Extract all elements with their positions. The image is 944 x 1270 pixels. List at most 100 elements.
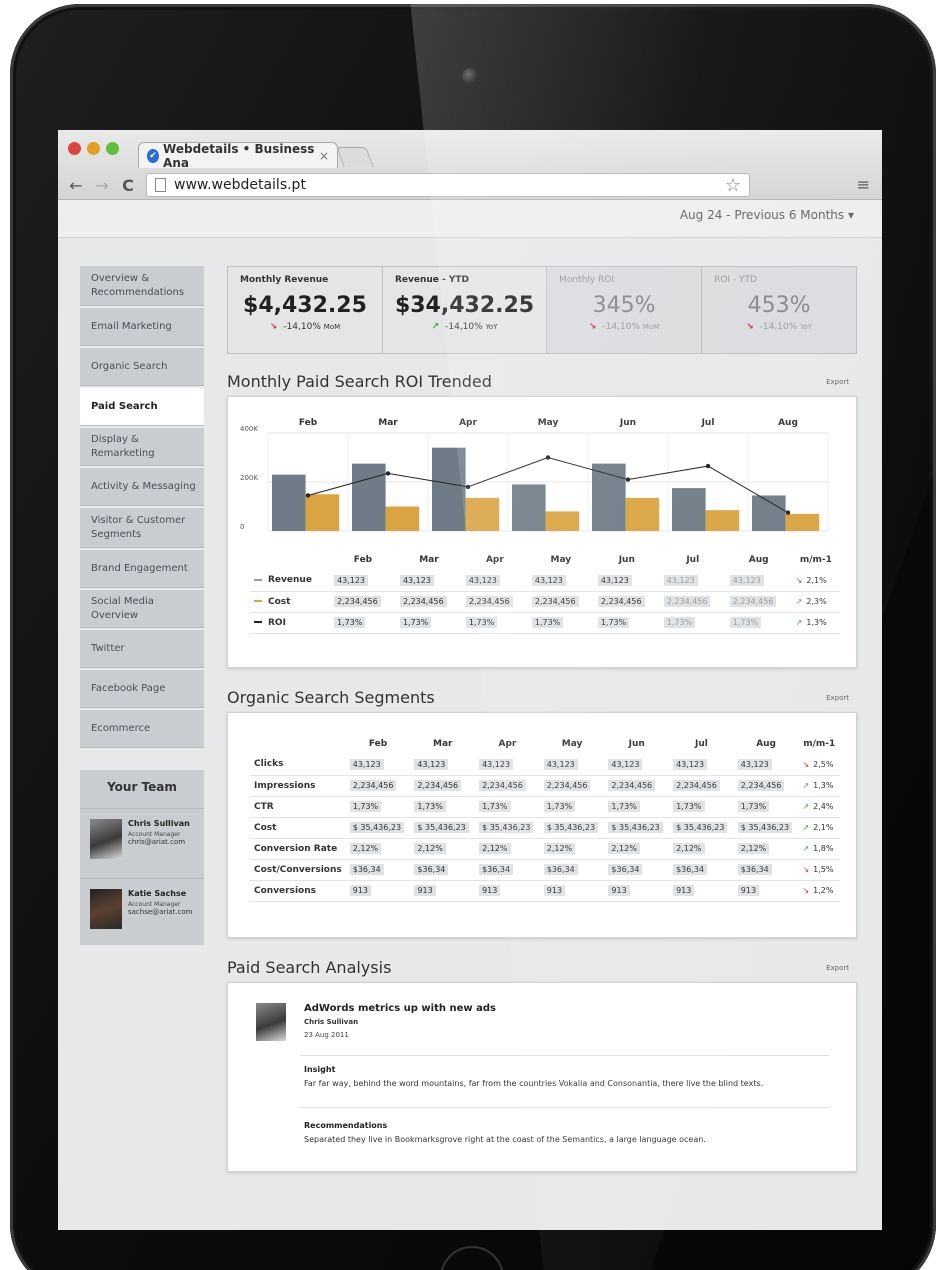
kpi-period: YoY xyxy=(485,323,498,331)
member-email[interactable]: chris@ariat.com xyxy=(128,838,190,846)
sidebar-item-activity-messaging[interactable]: Activity & Messaging xyxy=(80,468,204,506)
kpi-delta-value: -14,10% xyxy=(445,322,483,332)
tab-close-icon[interactable]: × xyxy=(319,149,329,163)
export-link[interactable]: Export xyxy=(826,964,849,972)
cell-value: $36,34 xyxy=(608,864,643,875)
table-cell: $36,34 xyxy=(604,859,670,881)
close-window-button[interactable] xyxy=(68,142,81,155)
row-label: Clicks xyxy=(250,754,346,776)
cell-value: $36,34 xyxy=(737,864,772,875)
sidebar-item-email-marketing[interactable]: Email Marketing xyxy=(80,308,204,346)
table-cell: 43,123 xyxy=(475,754,540,776)
minimize-window-button[interactable] xyxy=(87,142,100,155)
point-roi xyxy=(625,477,631,482)
row-label: CTR xyxy=(250,796,346,818)
table-row: Conversions 913 913 913 913 913 913 913 ↘ 1,2% xyxy=(250,880,840,902)
cell-value: 2,12% xyxy=(349,843,382,854)
export-link[interactable]: Export xyxy=(826,378,849,386)
table-cell: 2,234,456 xyxy=(527,591,594,613)
sidebar-item-visitor-segments[interactable]: Visitor & Customer Segments xyxy=(80,508,204,548)
sidebar-item-overview[interactable]: Overview & Recommendations xyxy=(80,266,204,306)
forward-icon[interactable]: → xyxy=(94,176,110,195)
table-cell: $36,34 xyxy=(475,859,540,881)
change-cell: ↗ 1,3% xyxy=(798,775,840,797)
reload-icon[interactable]: C xyxy=(120,176,136,195)
team-member[interactable]: Katie Sachse Account Manager sachse@aria… xyxy=(80,878,204,948)
trend-up-icon: ↗ xyxy=(802,844,810,853)
bar-cost xyxy=(465,497,500,531)
table-cell: 2,234,456 xyxy=(733,775,799,797)
browser-tab[interactable]: ✔ Webdetails • Business Ana × xyxy=(138,142,338,170)
post-title[interactable]: AdWords metrics up with new ads xyxy=(304,1003,496,1014)
cell-value: 1,73% xyxy=(608,801,640,812)
zoom-window-button[interactable] xyxy=(106,142,119,155)
trend-down-icon: ↘ xyxy=(795,575,803,585)
cell-value: 43,123 xyxy=(479,758,514,770)
sidebar-item-paid-search[interactable]: Paid Search xyxy=(80,388,204,426)
kpi-delta-value: -14,10% xyxy=(759,322,798,332)
address-bar[interactable]: www.webdetails.pt ☆ xyxy=(146,173,750,197)
period-selector[interactable]: Aug 24 - Previous 6 Months ▾ xyxy=(680,208,854,222)
team-member[interactable]: Chris Sullivan Account Manager chris@ari… xyxy=(80,808,204,878)
cell-value: 1,73% xyxy=(465,617,498,628)
table-cell: 2,234,456 xyxy=(410,775,476,797)
cell-value: 2,12% xyxy=(543,843,576,854)
change-value: 1,5% xyxy=(813,865,834,874)
back-icon[interactable]: ← xyxy=(68,176,84,195)
cell-value: 1,73% xyxy=(479,801,511,812)
browser-menu-icon[interactable]: ≡ xyxy=(857,175,870,194)
column-header: Mar xyxy=(419,554,439,565)
row-label: Cost/Conversions xyxy=(250,859,346,881)
cell-value: 43,123 xyxy=(543,758,578,770)
cell-value: 913 xyxy=(414,885,436,896)
section-title-text: Monthly Paid Search ROI Trended xyxy=(227,372,492,391)
sidebar: Overview & Recommendations Email Marketi… xyxy=(80,266,204,945)
divider xyxy=(300,1055,830,1056)
member-email[interactable]: sachse@ariat.com xyxy=(128,908,193,916)
sidebar-item-social-media[interactable]: Social Media Overview xyxy=(80,590,204,628)
table-cell: 43,123 xyxy=(395,570,462,592)
avatar xyxy=(90,889,122,929)
table-cell: $ 35,436,23 xyxy=(475,817,540,839)
change-cell: ↗ 1,8% xyxy=(798,838,840,860)
table-cell: 1,73% xyxy=(659,612,726,634)
export-link[interactable]: Export xyxy=(826,694,849,702)
table-cell: 2,12% xyxy=(410,838,476,860)
change-value: 2,1% xyxy=(806,575,827,585)
point-roi xyxy=(545,455,551,460)
sidebar-item-display-remarketing[interactable]: Display & Remarketing xyxy=(80,428,204,466)
sidebar-item-twitter[interactable]: Twitter xyxy=(80,630,204,668)
table-cell: 2,12% xyxy=(345,838,411,860)
cell-value: 2,234,456 xyxy=(608,780,656,791)
column-header: m/m-1 xyxy=(799,554,832,565)
new-tab-button[interactable] xyxy=(336,147,374,167)
table-cell: $36,34 xyxy=(410,859,476,881)
sidebar-item-organic-search[interactable]: Organic Search xyxy=(80,348,204,386)
x-tick-label: Aug xyxy=(778,418,798,428)
kpi-revenue-ytd: Revenue - YTD $34,432.25 ↗ -14,10% YoY xyxy=(382,267,548,353)
change-cell: ↘ 2,1% xyxy=(791,570,840,592)
cell-value: 1,73% xyxy=(663,617,696,628)
window-controls xyxy=(68,142,119,155)
recommendations-heading: Recommendations xyxy=(304,1121,388,1130)
cell-value: $36,34 xyxy=(543,864,578,875)
table-cell: $ 35,436,23 xyxy=(669,817,734,839)
cell-value: 1,73% xyxy=(414,801,446,812)
point-roi xyxy=(305,493,311,498)
bar-revenue xyxy=(432,447,466,531)
camera-icon xyxy=(462,68,478,84)
column-header: Jun xyxy=(618,554,635,565)
change-value: 2,3% xyxy=(806,597,827,606)
trend-up-icon: ↗ xyxy=(802,802,810,811)
table-cell: 43,123 xyxy=(733,754,799,776)
sidebar-item-brand-engagement[interactable]: Brand Engagement xyxy=(80,550,204,588)
bookmark-star-icon[interactable]: ☆ xyxy=(725,175,741,196)
table-cell: 1,73% xyxy=(345,796,411,818)
cell-value: 2,234,456 xyxy=(729,596,777,607)
trend-down-icon: ↘ xyxy=(802,865,810,874)
roi-section-title: Monthly Paid Search ROI Trended Export xyxy=(227,372,857,396)
favicon-icon: ✔ xyxy=(147,148,160,163)
sidebar-item-ecommerce[interactable]: Ecommerce xyxy=(80,710,204,748)
table-cell: 1,73% xyxy=(527,612,594,634)
sidebar-item-facebook[interactable]: Facebook Page xyxy=(80,670,204,708)
